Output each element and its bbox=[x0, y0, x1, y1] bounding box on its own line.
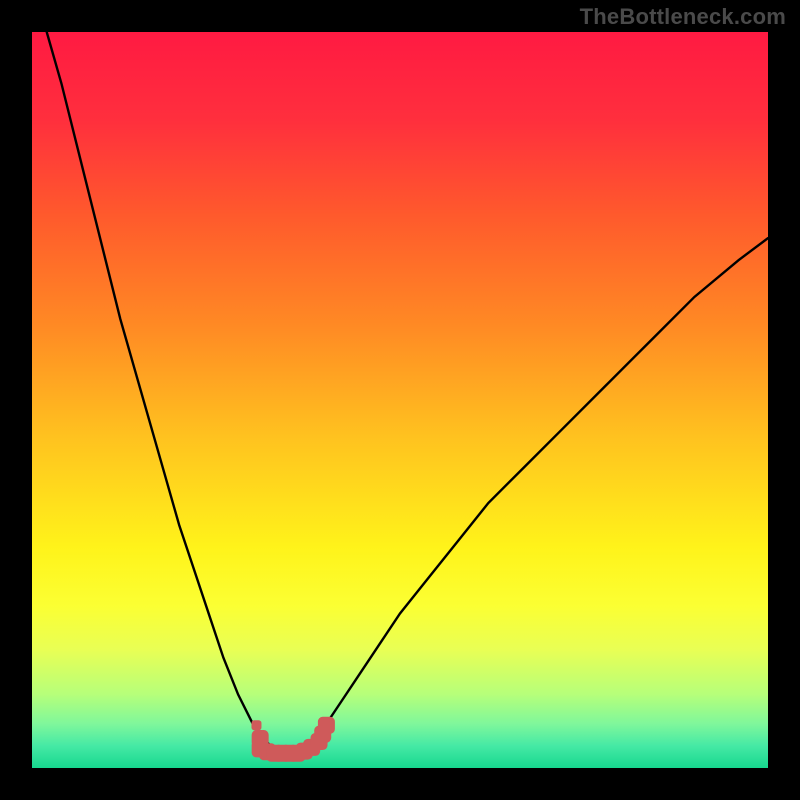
chart-svg bbox=[32, 32, 768, 768]
marker-point bbox=[318, 717, 335, 734]
marker-point bbox=[251, 720, 261, 730]
watermark-text: TheBottleneck.com bbox=[580, 4, 786, 30]
chart-plot-area bbox=[32, 32, 768, 768]
chart-frame: TheBottleneck.com bbox=[0, 0, 800, 800]
